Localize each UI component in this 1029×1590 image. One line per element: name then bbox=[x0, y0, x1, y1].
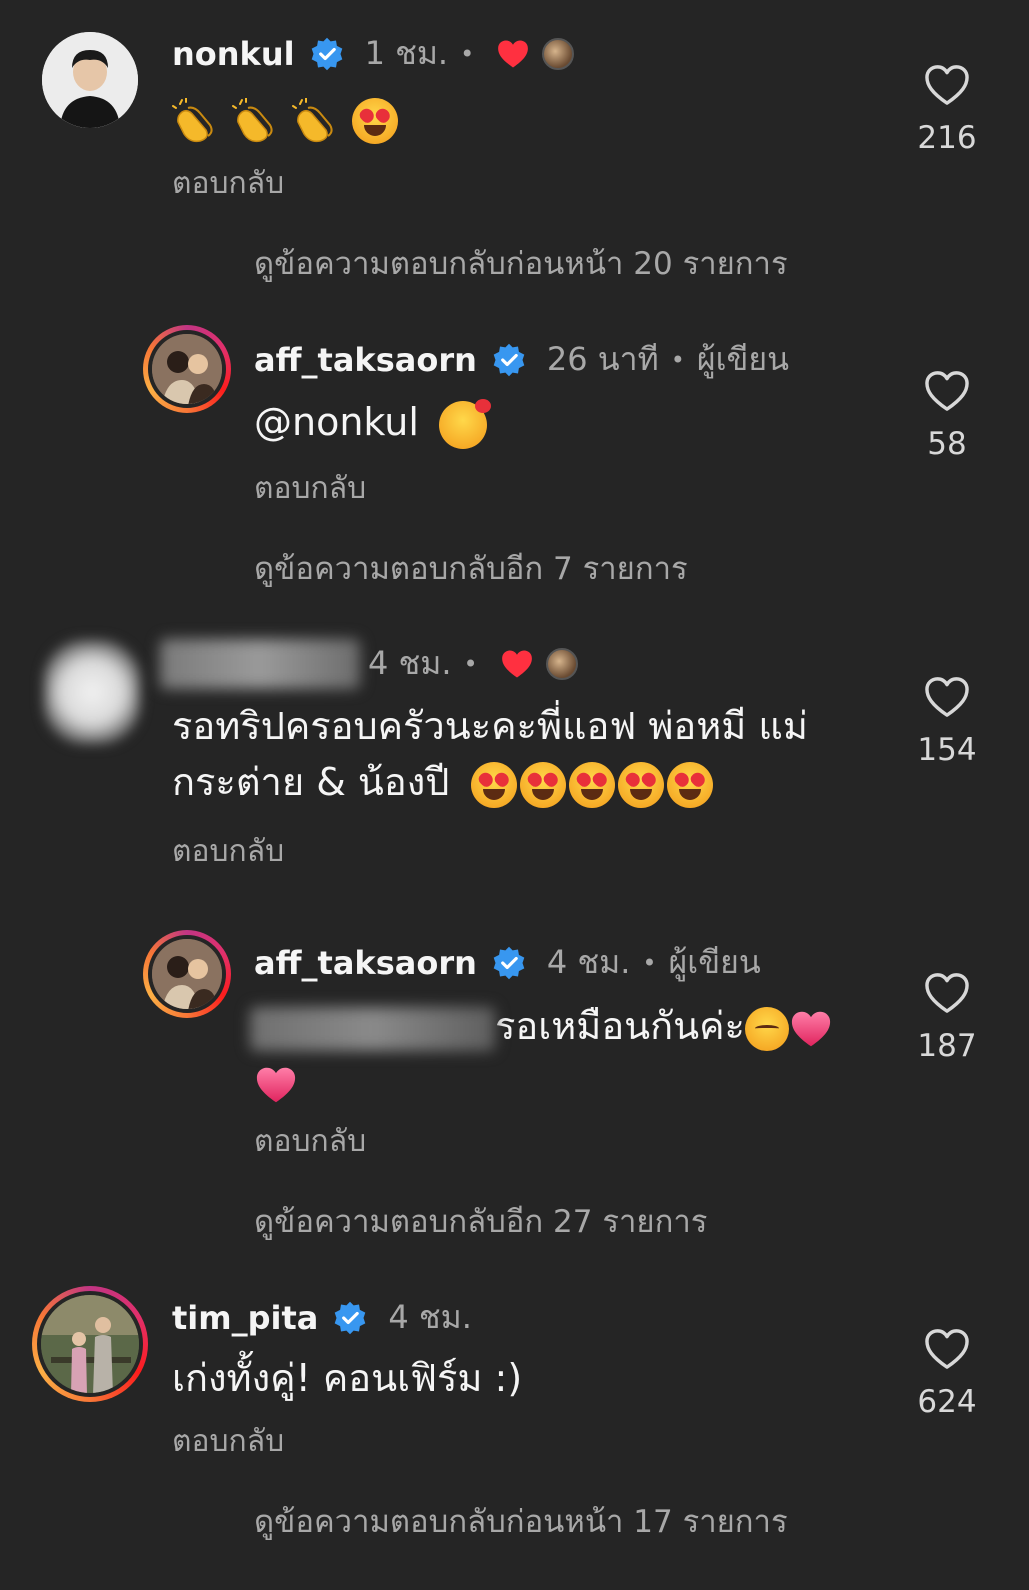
profile-photo-icon bbox=[152, 334, 222, 404]
verified-badge-icon bbox=[491, 342, 527, 378]
comment-header: 4 ชม. • bbox=[160, 638, 578, 689]
comment-text: @nonkul bbox=[254, 394, 491, 450]
hidden-mention[interactable] bbox=[250, 1006, 495, 1051]
comment-text-body: รอเหมือนกันค่ะ bbox=[495, 1004, 745, 1048]
like-count: 187 bbox=[917, 1028, 977, 1064]
heart-eyes-emoji-icon bbox=[618, 761, 665, 808]
comment-header: tim_pita 4 ชม. bbox=[172, 1292, 472, 1343]
mention-link[interactable]: @nonkul bbox=[254, 400, 419, 444]
reply-button[interactable]: ตอบกลับ bbox=[254, 1118, 366, 1165]
like-count: 58 bbox=[927, 426, 967, 462]
liked-by-author-heart-icon bbox=[500, 648, 534, 680]
separator-dot: • bbox=[460, 39, 475, 68]
clapping-hands-emoji-icon bbox=[292, 98, 338, 144]
reply-button[interactable]: ตอบกลับ bbox=[172, 160, 284, 207]
separator-dot: • bbox=[642, 948, 657, 977]
profile-photo-icon bbox=[42, 32, 138, 128]
comment-text: รอเหมือนกันค่ะ bbox=[250, 998, 870, 1110]
clapping-hands-emoji-icon bbox=[232, 98, 278, 144]
timestamp: 1 ชม. bbox=[364, 34, 449, 72]
comment-text bbox=[172, 90, 401, 146]
heart-outline-icon bbox=[924, 1328, 970, 1370]
separator-dot: • bbox=[463, 649, 478, 678]
reply-button[interactable]: ตอบกลับ bbox=[172, 1418, 284, 1465]
like-count: 216 bbox=[917, 120, 977, 156]
view-previous-replies-link[interactable]: ดูข้อความตอบกลับก่อนหน้า 17 รายการ bbox=[254, 1496, 788, 1546]
verified-badge-icon bbox=[491, 945, 527, 981]
avatar[interactable] bbox=[44, 640, 140, 744]
timestamp: 4 ชม. bbox=[388, 1298, 472, 1336]
like-button[interactable]: 216 bbox=[917, 64, 977, 156]
username[interactable]: tim_pita bbox=[172, 1299, 318, 1337]
timestamp: 26 นาที bbox=[546, 340, 659, 378]
comment-text: รอทริปครอบครัวนะคะพี่แอฟ พ่อหมี แม่ กระต… bbox=[172, 698, 872, 810]
comment-text: เก่งทั้งคู่! คอนเฟิร์ม :) bbox=[172, 1356, 523, 1400]
verified-badge-icon bbox=[309, 36, 345, 72]
reply-button[interactable]: ตอบกลับ bbox=[172, 828, 284, 875]
view-previous-replies-link[interactable]: ดูข้อความตอบกลับก่อนหน้า 20 รายการ bbox=[254, 238, 788, 288]
avatar[interactable] bbox=[143, 325, 231, 413]
username[interactable]: nonkul bbox=[172, 35, 295, 73]
separator-dot: • bbox=[670, 345, 685, 374]
heart-eyes-emoji-icon bbox=[569, 761, 616, 808]
author-tag: ผู้เขียน bbox=[696, 340, 790, 378]
author-mini-avatar bbox=[542, 37, 575, 70]
like-count: 154 bbox=[917, 732, 977, 768]
comment-text-line: รอเหมือนกันค่ะ bbox=[250, 998, 870, 1054]
clapping-hands-emoji-icon bbox=[172, 98, 218, 144]
author-tag: ผู้เขียน bbox=[668, 943, 761, 981]
timestamp: 4 ชม. bbox=[368, 644, 452, 682]
comment-text-line: รอทริปครอบครัวนะคะพี่แอฟ พ่อหมี แม่ bbox=[172, 704, 808, 748]
avatar[interactable] bbox=[32, 1286, 148, 1402]
heart-eyes-emoji-icon bbox=[471, 761, 518, 808]
liked-by-author-heart-icon bbox=[496, 38, 530, 70]
view-more-replies-link[interactable]: ดูข้อความตอบกลับอีก 27 รายการ bbox=[254, 1196, 707, 1246]
comment-text-line-2 bbox=[250, 1054, 870, 1110]
heart-outline-icon bbox=[924, 972, 970, 1014]
verified-badge-icon bbox=[332, 1300, 368, 1336]
heart-eyes-emoji-icon bbox=[520, 761, 567, 808]
timestamp: 4 ชม. bbox=[546, 943, 631, 981]
like-button[interactable]: 154 bbox=[917, 676, 977, 768]
avatar[interactable] bbox=[143, 930, 231, 1018]
view-more-replies-link[interactable]: ดูข้อความตอบกลับอีก 7 รายการ bbox=[254, 543, 688, 593]
heart-eyes-emoji-icon bbox=[352, 97, 399, 144]
pink-heart-emoji-icon bbox=[254, 1065, 298, 1105]
username[interactable]: aff_taksaorn bbox=[254, 944, 477, 982]
relieved-face-emoji-icon bbox=[744, 1006, 789, 1051]
comment-header: aff_taksaorn 26 นาที • ผู้เขียน bbox=[254, 334, 789, 385]
comment-header: aff_taksaorn 4 ชม. • ผู้เขียน bbox=[254, 937, 761, 988]
profile-photo-icon bbox=[41, 1295, 139, 1393]
username[interactable]: aff_taksaorn bbox=[254, 341, 477, 379]
smiling-face-with-hearts-emoji-icon bbox=[439, 398, 491, 449]
heart-outline-icon bbox=[924, 64, 970, 106]
profile-photo-icon bbox=[152, 939, 222, 1009]
hidden-username[interactable] bbox=[160, 638, 360, 689]
comment-header: nonkul 1 ชม. • bbox=[172, 28, 575, 79]
like-count: 624 bbox=[917, 1384, 977, 1420]
like-button[interactable]: 58 bbox=[917, 370, 977, 462]
author-mini-avatar bbox=[545, 647, 578, 680]
like-button[interactable]: 624 bbox=[917, 1328, 977, 1420]
heart-outline-icon bbox=[924, 370, 970, 412]
pink-heart-emoji-icon bbox=[789, 1009, 833, 1049]
comment-text-line-2: กระต่าย & น้องปี bbox=[172, 754, 872, 810]
heart-eyes-emoji-icon bbox=[667, 761, 714, 808]
avatar[interactable] bbox=[42, 32, 138, 128]
heart-outline-icon bbox=[924, 676, 970, 718]
reply-button[interactable]: ตอบกลับ bbox=[254, 465, 366, 512]
comment-text-line-2-text: กระต่าย & น้องปี bbox=[172, 760, 450, 804]
like-button[interactable]: 187 bbox=[917, 972, 977, 1064]
